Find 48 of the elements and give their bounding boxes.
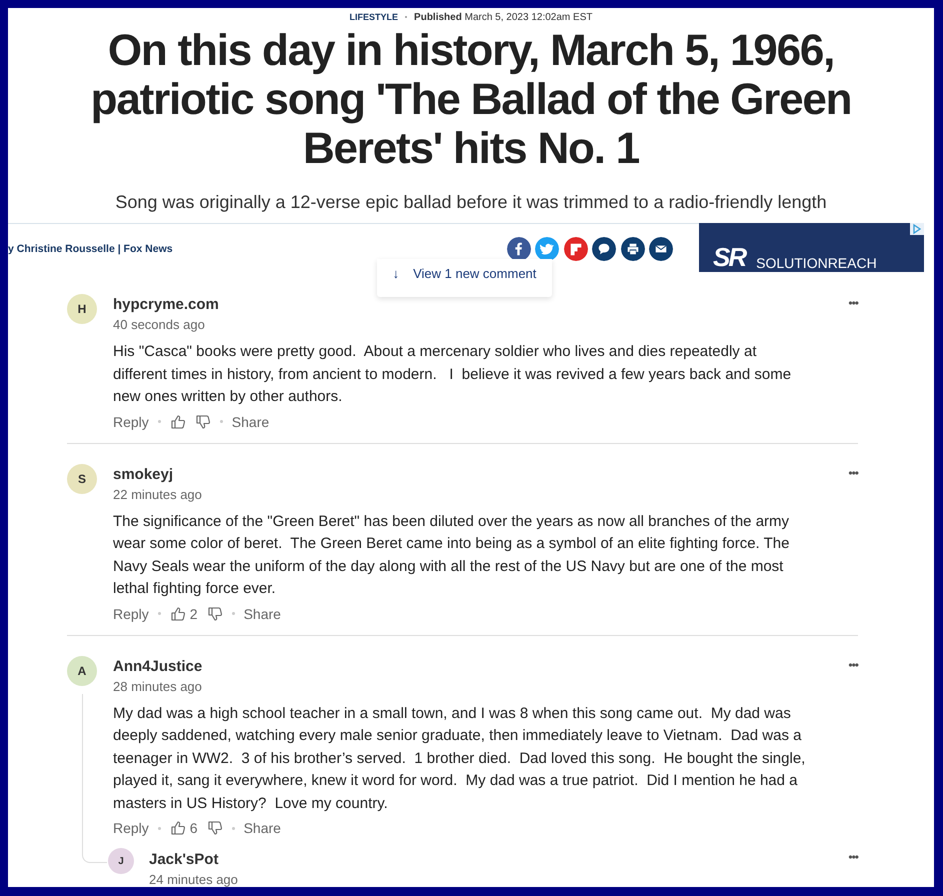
username[interactable]: hypcryme.com [113,294,848,314]
username[interactable]: Jack'sPot [149,848,848,869]
thumbs-down-icon[interactable] [194,414,211,430]
more-options-button[interactable]: ••• [848,850,858,864]
thumbs-up-icon[interactable] [170,820,186,836]
envelope-icon[interactable] [649,237,673,261]
comment-text: The significance of the "Green Beret" has been diluted over the years as now all branches of the army wear some color of beret. The Green Beret came into being as a symbol of an elite fighting force. The Navy Seals wear the uniform of the day along with all the rest of the US Navy but are one of the most lethal fighting force ever. [113,512,790,599]
username[interactable]: smokeyj [113,464,848,484]
thumbs-down-icon[interactable] [206,820,223,836]
thumbs-up-icon[interactable] [170,606,186,622]
headline: On this day in history, March 5, 1966, patriotic song 'The Ballad of the Green Berets' hits No. 1 [90,26,852,173]
flipboard-icon[interactable] [564,237,588,261]
bird-icon[interactable] [535,237,559,261]
ad-logo: SR [713,242,747,272]
like-count: 6 [190,819,198,838]
comment-time: 24 minutes ago [149,872,239,887]
byline: y Christine Rousselle | Fox News [8,243,173,255]
thumbs-up-icon[interactable] [170,414,186,430]
reply-button[interactable]: Reply [113,818,149,838]
more-options-button[interactable]: ••• [848,466,858,480]
share-button[interactable]: Share [244,604,281,624]
reply-button[interactable]: Reply [113,604,149,624]
like-count: 2 [190,604,198,624]
advertisement-banner[interactable]: SR SOLUTIONREACH [699,223,924,272]
comment-time: 40 seconds ago [113,317,206,333]
comment-text: My dad was a high school teacher in a small town, and I was 8 when this song came out. My dad was deeply saddened, watching every male senior graduate, then immediately leave to Vietnam. Dad was a teenager in WW2. 3 of his brother’s served. 1 brother died. Dad loved this song. He bought the single, played it, sang it everywhere, knew it word for word. My dad was a true patriot. Did I mention he had a masters in US History? Love my country. [113,704,806,814]
new-comments-button[interactable]: ↓ View 1 new comment [377,259,552,297]
more-options-button[interactable]: ••• [848,296,858,310]
user-avatar[interactable]: J [108,848,134,874]
reply-button[interactable]: Reply [113,412,149,432]
printer-icon[interactable] [620,237,644,261]
more-options-button[interactable]: ••• [848,658,858,672]
comment-time: 28 minutes ago [113,678,203,694]
subheadline: Song was originally a 12-verse epic ballad before it was trimmed to a radio-friendly length [114,191,828,214]
user-avatar[interactable]: H [67,294,97,324]
comment-text: His "Casca" books were pretty good. About a mercenary soldier who lives and dies repeatedly at different times in history, from ancient to modern. I believe it was revived a few years back and some new ones written by other authors. [113,342,792,407]
facebook-icon[interactable] [506,237,530,261]
published-date: Published March 5, 2023 12:02am EST [414,12,592,23]
user-avatar[interactable]: S [67,464,97,494]
thumbs-down-icon[interactable] [206,606,223,622]
share-button[interactable]: Share [244,818,281,838]
ad-brand: SOLUTIONREACH [756,255,877,271]
category-link[interactable]: LIFESTYLE [350,12,398,22]
username[interactable]: Ann4Justice [113,656,848,676]
speech-bubble-icon[interactable] [592,237,616,261]
comment-time: 22 minutes ago [113,486,203,502]
share-button[interactable]: Share [232,412,270,432]
user-avatar[interactable]: A [67,656,97,686]
